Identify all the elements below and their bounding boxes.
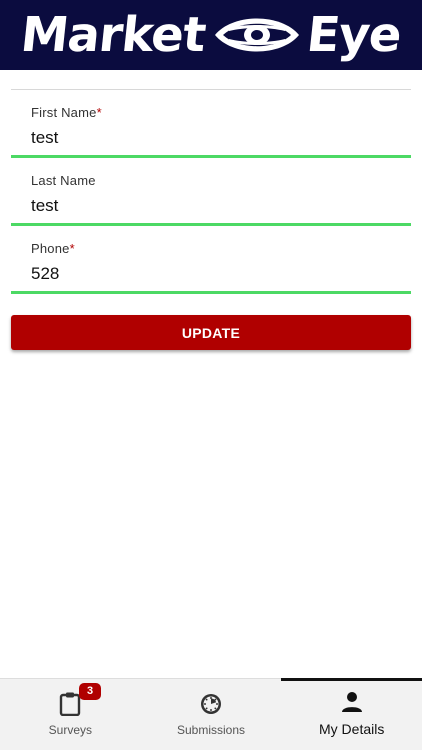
phone-label: Phone*	[31, 241, 75, 256]
bottom-navigation: 3 Surveys Submissions My Details	[0, 678, 422, 750]
nav-item-surveys[interactable]: 3 Surveys	[0, 679, 141, 750]
first-name-label: First Name*	[31, 105, 102, 120]
first-name-field[interactable]: First Name*	[11, 90, 411, 158]
update-button[interactable]: UPDATE	[11, 315, 411, 350]
required-marker: *	[69, 241, 75, 256]
person-icon	[339, 689, 365, 715]
phone-input[interactable]	[31, 263, 391, 285]
last-name-field[interactable]: Last Name	[11, 158, 411, 226]
surveys-count-badge: 3	[79, 683, 101, 700]
required-marker: *	[96, 105, 102, 120]
eye-icon	[211, 7, 303, 63]
last-name-label: Last Name	[31, 173, 96, 188]
first-name-input[interactable]	[31, 127, 391, 149]
nav-item-submissions[interactable]: Submissions	[141, 679, 282, 750]
logo-text-left: Market	[18, 7, 209, 63]
clock-icon	[198, 691, 224, 717]
nav-label-submissions: Submissions	[176, 723, 246, 737]
details-form: First Name* Last Name Phone*	[11, 89, 411, 294]
market-eye-logo: Market Eye	[18, 0, 404, 70]
logo-text-right: Eye	[304, 7, 404, 63]
phone-field[interactable]: Phone*	[11, 226, 411, 294]
app-header: Market Eye	[0, 0, 422, 70]
last-name-input[interactable]	[31, 195, 391, 217]
nav-label-surveys: Surveys	[48, 723, 93, 737]
app-screen: Market Eye First Name* Last Name	[0, 0, 422, 750]
nav-item-my-details[interactable]: My Details	[281, 678, 422, 750]
nav-label-my-details: My Details	[319, 721, 385, 737]
